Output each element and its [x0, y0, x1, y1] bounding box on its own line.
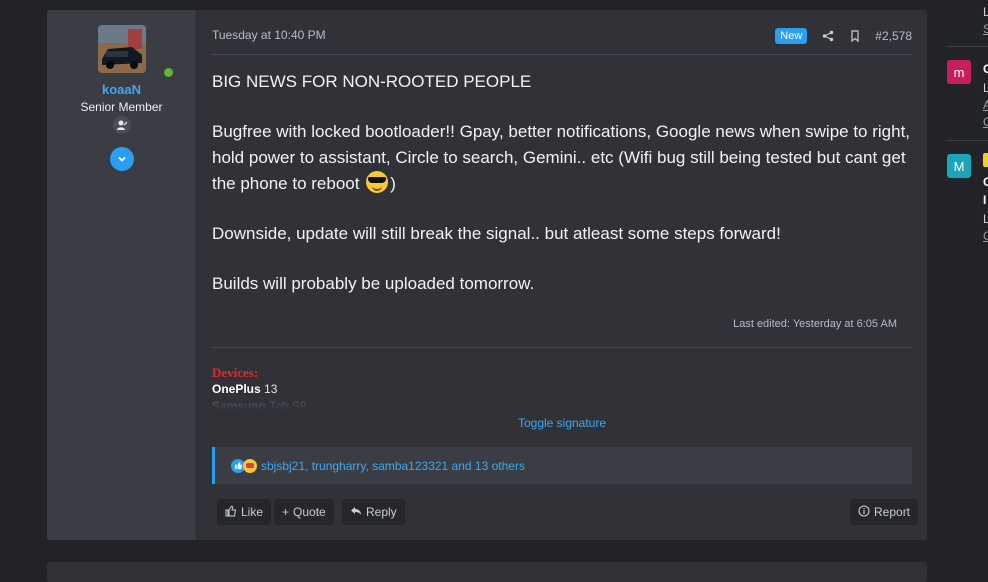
post-number-link[interactable]: #2,578 — [875, 29, 912, 43]
reply-arrow-icon — [350, 505, 362, 519]
bookmark-icon[interactable] — [848, 29, 862, 43]
plus-icon: + — [282, 505, 290, 519]
post-actions: Like + Quote Reply Report — [217, 499, 919, 525]
signature: Devices: OnePlus 13 Samsung Tab S9 — [212, 364, 912, 410]
user-info-panel: koaaN Senior Member — [47, 10, 197, 540]
sidebar-fragment: L — [983, 81, 988, 95]
post-header-actions: New #2,578 — [775, 27, 912, 45]
like-label: Like — [241, 505, 264, 519]
new-badge: New — [775, 28, 808, 44]
expand-user-info-button[interactable] — [110, 147, 134, 171]
reply-button[interactable]: Reply — [342, 499, 405, 525]
right-sidebar: L S m C L A C M C I L C — [947, 0, 988, 571]
sidebar-prefix-badge — [983, 153, 988, 167]
sunglasses-emoji-icon — [366, 171, 389, 193]
love-reaction-icon — [243, 458, 257, 473]
reply-label: Reply — [366, 505, 397, 519]
report-button[interactable]: Report — [850, 499, 919, 525]
post-paragraph-headline: BIG NEWS FOR NON-ROOTED PEOPLE — [212, 72, 532, 91]
sidebar-fragment: C — [983, 62, 988, 76]
reactions-users-link[interactable]: sbjsbj21, trungharry, samba123321 and 13… — [261, 459, 525, 473]
sidebar-link-fragment[interactable]: C — [983, 229, 988, 243]
last-edited-note: Last edited: Yesterday at 6:05 AM — [733, 318, 897, 330]
signature-device: Samsung Tab S9 — [212, 398, 912, 410]
sidebar-fragment: I — [983, 193, 987, 207]
signature-device: OnePlus 13 — [212, 381, 912, 398]
divider — [947, 140, 988, 141]
divider — [212, 347, 912, 348]
quote-button[interactable]: + Quote — [274, 499, 334, 525]
reactions-bar[interactable]: sbjsbj21, trungharry, samba123321 and 13… — [212, 447, 912, 484]
sidebar-avatar[interactable]: m — [947, 60, 971, 84]
sidebar-fragment: L — [983, 5, 988, 19]
post-date[interactable]: Tuesday at 10:40 PM — [212, 28, 326, 42]
user-badge-icon[interactable] — [113, 116, 131, 134]
post-body: BIG NEWS FOR NON-ROOTED PEOPLE Bugfree w… — [212, 69, 912, 321]
user-title: Senior Member — [80, 100, 163, 114]
device-model: 13 — [260, 382, 278, 396]
device-model: Tab S9 — [266, 399, 307, 410]
toggle-signature-link[interactable]: Toggle signature — [212, 416, 912, 430]
username-link[interactable]: koaaN — [47, 82, 196, 97]
device-brand: Samsung — [212, 399, 267, 410]
sidebar-link-fragment[interactable]: S — [983, 22, 988, 36]
sidebar-fragment: C — [983, 175, 988, 189]
like-button[interactable]: Like — [217, 499, 272, 525]
signature-heading: Devices: — [212, 365, 259, 380]
report-label: Report — [874, 505, 911, 519]
info-circle-icon — [858, 504, 870, 520]
post-text: Bugfree with locked bootloader!! Gpay, b… — [212, 122, 911, 193]
online-status-icon — [161, 65, 175, 79]
sidebar-link-fragment[interactable]: A — [983, 98, 988, 112]
post-paragraph-details: Bugfree with locked bootloader!! Gpay, b… — [212, 119, 912, 197]
chevron-down-icon — [118, 156, 126, 162]
quote-label: Quote — [293, 505, 326, 519]
avatar[interactable] — [98, 25, 146, 73]
sidebar-link-fragment[interactable]: C — [983, 115, 988, 129]
sidebar-fragment: L — [983, 212, 988, 226]
share-icon[interactable] — [821, 29, 835, 43]
next-post — [47, 562, 927, 582]
post-text: ) — [390, 174, 396, 193]
divider — [947, 46, 988, 47]
divider — [212, 54, 912, 55]
forum-post: koaaN Senior Member Tuesday at 10:40 PM … — [47, 10, 927, 540]
post-paragraph-builds: Builds will probably be uploaded tomorro… — [212, 274, 535, 293]
post-main: Tuesday at 10:40 PM New #2,578 BIG NEWS … — [212, 10, 919, 540]
post-paragraph-downside: Downside, update will still break the si… — [212, 224, 781, 243]
sidebar-avatar[interactable]: M — [947, 154, 971, 178]
device-brand: OnePlus — [212, 382, 261, 396]
thumbs-up-icon — [225, 505, 237, 520]
